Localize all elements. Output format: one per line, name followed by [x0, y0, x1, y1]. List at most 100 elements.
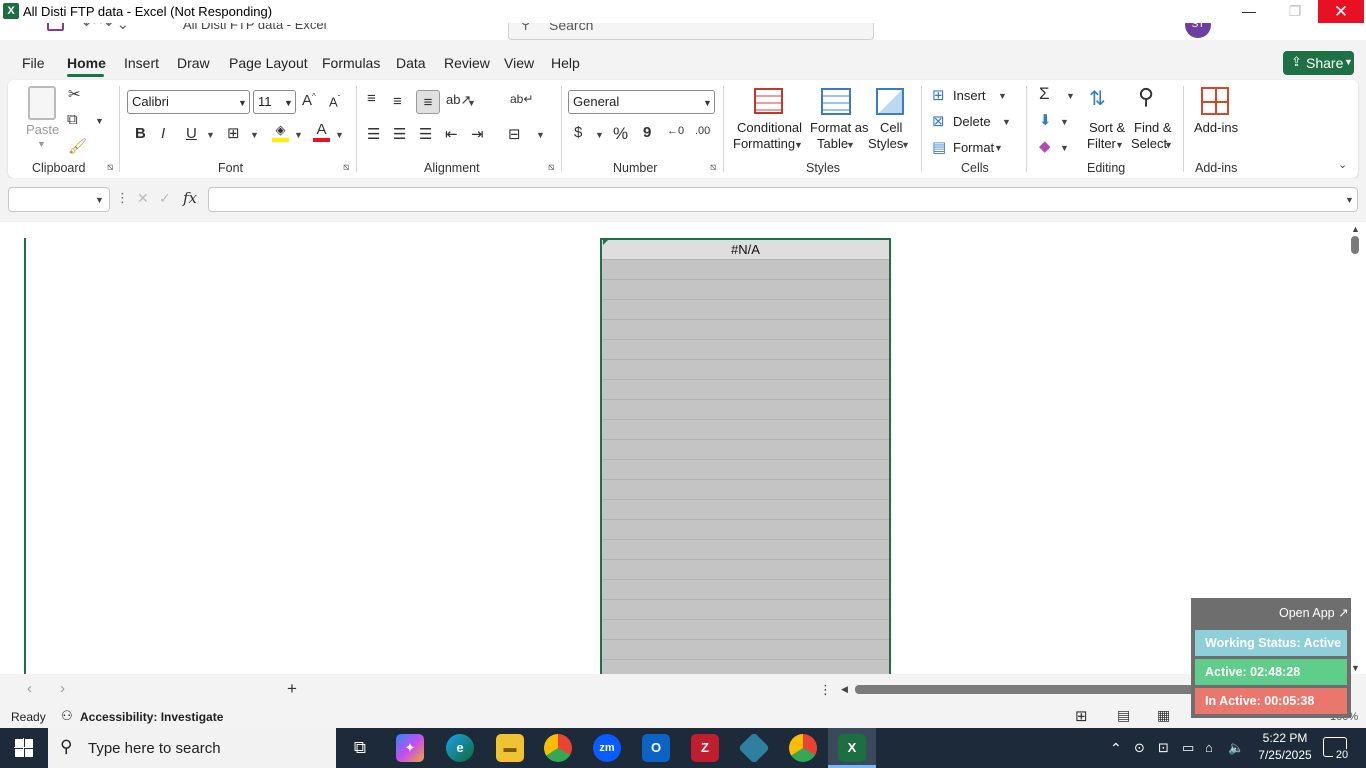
fill-color-icon[interactable]: ◈: [272, 122, 289, 142]
file-explorer-icon[interactable]: ▬: [496, 734, 524, 762]
align-center-icon[interactable]: ☰: [393, 125, 406, 143]
percent-button[interactable]: %: [613, 124, 628, 144]
format-painter-icon[interactable]: 🖌: [68, 137, 87, 155]
normal-view-icon[interactable]: ⊞: [1075, 707, 1088, 725]
minimize-button[interactable]: —: [1226, 0, 1272, 23]
scroll-down-icon[interactable]: ▼: [1351, 663, 1360, 673]
font-size-dropdown[interactable]: 11 ▼: [253, 90, 296, 114]
underline-button[interactable]: U: [186, 125, 197, 142]
delete-chevron-icon[interactable]: ▼: [1002, 117, 1011, 127]
add-ins-icon[interactable]: [1201, 87, 1229, 115]
tab-draw[interactable]: Draw: [177, 55, 210, 71]
fill-color-chevron-icon[interactable]: ▼: [294, 130, 303, 140]
show-hidden-icons-icon[interactable]: ⌃: [1110, 740, 1122, 757]
format-as-table-label-2[interactable]: Table: [817, 136, 848, 151]
insert-cells-icon[interactable]: ⊞: [932, 86, 945, 104]
copilot-icon[interactable]: ✦: [396, 734, 424, 762]
decrease-indent-icon[interactable]: ⇤: [445, 125, 458, 143]
bold-button[interactable]: B: [135, 125, 146, 142]
currency-button[interactable]: $: [574, 124, 582, 141]
page-layout-view-icon[interactable]: ▤: [1117, 707, 1130, 724]
tab-view[interactable]: View: [504, 55, 534, 71]
conditional-formatting-label-1[interactable]: Conditional: [737, 120, 802, 135]
clock-date[interactable]: 7/25/2025: [1253, 748, 1317, 762]
enter-icon[interactable]: ✓: [159, 190, 171, 207]
insert-function-button[interactable]: fx: [183, 189, 197, 207]
merge-center-icon[interactable]: ⊟: [508, 125, 521, 143]
format-as-table-label-1[interactable]: Format as: [810, 120, 869, 135]
insert-cells-label[interactable]: Insert: [953, 88, 986, 103]
volume-icon[interactable]: 🔈: [1228, 740, 1244, 756]
delete-cells-label[interactable]: Delete: [953, 114, 991, 129]
find-select-chevron-icon[interactable]: ▼: [1164, 140, 1173, 150]
more-options-icon[interactable]: ⋮: [819, 682, 832, 698]
comma-button[interactable]: 9: [643, 124, 651, 141]
accessibility-status[interactable]: Accessibility: Investigate: [80, 710, 223, 724]
scroll-up-icon[interactable]: ▲: [1351, 224, 1360, 234]
number-format-dropdown[interactable]: General ▼: [568, 90, 715, 114]
excel-taskbar-icon[interactable]: X: [838, 734, 866, 762]
next-sheet-icon[interactable]: ›: [60, 680, 65, 697]
orientation-chevron-icon[interactable]: ▼: [467, 98, 476, 108]
increase-decimal-icon[interactable]: ←0: [667, 125, 684, 137]
tab-home[interactable]: Home: [67, 55, 106, 71]
conditional-formatting-icon[interactable]: [754, 88, 783, 114]
cancel-icon[interactable]: ✕: [137, 190, 149, 207]
cell-styles-label-2[interactable]: Styles: [868, 136, 903, 151]
font-name-dropdown[interactable]: Calibri ▼: [127, 90, 250, 114]
add-ins-button-label[interactable]: Add-ins: [1194, 120, 1238, 135]
format-cells-label[interactable]: Format: [953, 140, 994, 155]
chrome-profile-icon[interactable]: [789, 734, 817, 762]
underline-chevron-icon[interactable]: ▼: [206, 130, 215, 140]
cell-styles-icon[interactable]: [876, 88, 904, 115]
autosum-icon[interactable]: Σ: [1039, 84, 1050, 104]
format-cells-icon[interactable]: ▤: [932, 138, 946, 156]
maximize-button[interactable]: ❐: [1272, 0, 1318, 23]
font-launcher-icon[interactable]: ⧅: [343, 162, 349, 173]
paste-icon[interactable]: [28, 86, 56, 120]
align-middle-icon[interactable]: ≡: [393, 93, 402, 110]
format-chevron-icon[interactable]: ▼: [994, 143, 1003, 153]
align-right-icon[interactable]: ☰: [419, 125, 432, 143]
delete-cells-icon[interactable]: ⊠: [932, 112, 945, 130]
display-icon[interactable]: ⊡: [1158, 740, 1169, 756]
expand-formula-chevron-icon[interactable]: ▼: [1345, 195, 1354, 205]
selected-range[interactable]: [600, 238, 891, 674]
insert-chevron-icon[interactable]: ▼: [998, 91, 1007, 101]
paste-chevron-icon[interactable]: ▼: [37, 139, 46, 149]
find-select-icon[interactable]: ⚲: [1138, 84, 1154, 110]
autosum-chevron-icon[interactable]: ▼: [1066, 91, 1075, 101]
name-box[interactable]: ▼: [8, 187, 110, 212]
currency-chevron-icon[interactable]: ▼: [595, 130, 604, 140]
close-button[interactable]: ✕: [1318, 0, 1364, 23]
fill-icon[interactable]: ⬇: [1039, 111, 1052, 129]
cell-styles-chevron-icon[interactable]: ▼: [901, 140, 910, 150]
prev-sheet-icon[interactable]: ‹: [27, 680, 32, 697]
vertical-scrollbar[interactable]: [1349, 222, 1366, 674]
find-select-label-1[interactable]: Find &: [1134, 120, 1172, 135]
align-bottom-icon[interactable]: ≡: [416, 90, 440, 114]
cut-icon[interactable]: ✂: [68, 85, 81, 103]
copy-chevron-icon[interactable]: ▼: [95, 116, 104, 126]
chrome-icon[interactable]: [544, 734, 572, 762]
vertical-scroll-thumb[interactable]: [1351, 236, 1359, 254]
alignment-launcher-icon[interactable]: ⧅: [548, 162, 554, 173]
merge-chevron-icon[interactable]: ▼: [536, 130, 545, 140]
open-app-link[interactable]: Open App ↗: [1279, 605, 1349, 620]
clipboard-launcher-icon[interactable]: ⧅: [107, 162, 113, 173]
formula-input[interactable]: ▼: [208, 187, 1358, 212]
task-view-icon[interactable]: ⧉: [346, 734, 374, 762]
filezilla-icon[interactable]: Z: [691, 734, 719, 762]
increase-indent-icon[interactable]: ⇥: [471, 125, 484, 143]
increase-font-size-icon[interactable]: A^: [302, 92, 316, 109]
find-select-label-2[interactable]: Select: [1131, 136, 1167, 151]
edge-icon[interactable]: e: [446, 734, 474, 762]
tab-review[interactable]: Review: [444, 55, 490, 71]
tab-page-layout[interactable]: Page Layout: [229, 55, 308, 71]
number-launcher-icon[interactable]: ⧅: [710, 162, 716, 173]
zoom-icon[interactable]: zm: [593, 734, 621, 762]
tab-insert[interactable]: Insert: [124, 55, 159, 71]
format-as-table-icon[interactable]: [821, 88, 851, 115]
italic-button[interactable]: I: [161, 125, 165, 142]
decrease-decimal-icon[interactable]: .00: [695, 125, 710, 137]
